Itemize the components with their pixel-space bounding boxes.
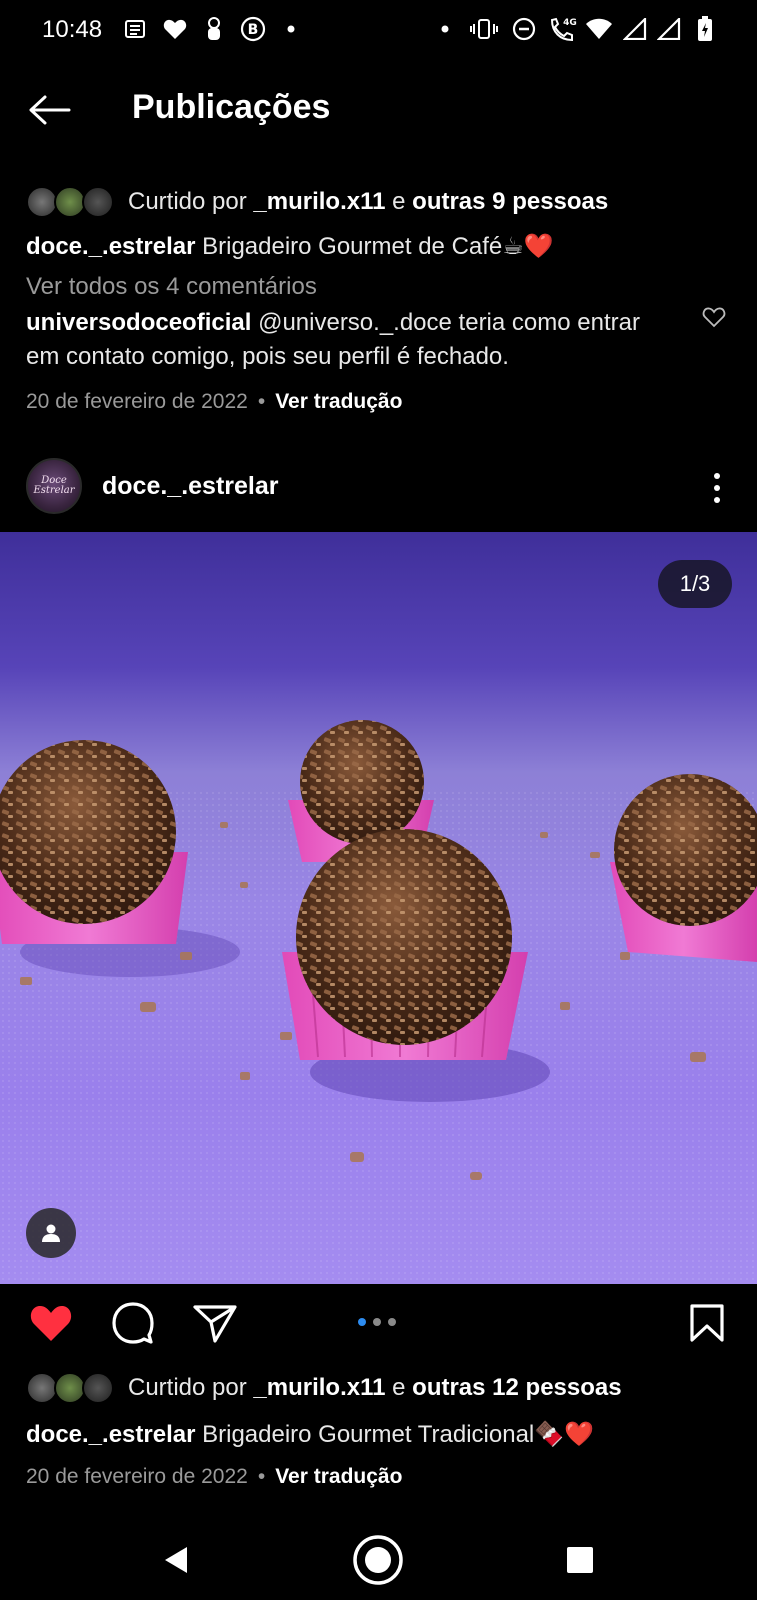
- post-meta: 20 de fevereiro de 2022 • Ver tradução: [26, 390, 402, 414]
- translate-link[interactable]: Ver tradução: [275, 390, 402, 413]
- caption-text: Brigadeiro Gourmet Tradicional🍫❤️: [195, 1421, 595, 1448]
- post-meta: 20 de fevereiro de 2022 • Ver tradução: [26, 1465, 402, 1489]
- heart-outline-icon: [702, 307, 726, 328]
- signal-icon: [656, 16, 682, 42]
- page-title: Publicações: [132, 88, 331, 126]
- bookmark-icon: [690, 1304, 724, 1342]
- post-caption: doce._.estrelar Brigadeiro Gourmet Tradi…: [26, 1420, 594, 1449]
- carousel-dot: [358, 1318, 366, 1326]
- tagged-people-button[interactable]: [26, 1208, 76, 1258]
- nav-home-button[interactable]: [348, 1530, 408, 1590]
- person-icon: [42, 1224, 60, 1242]
- triangle-back-icon: [165, 1547, 187, 1573]
- share-button[interactable]: [190, 1298, 240, 1348]
- heart-icon: [162, 16, 188, 42]
- nav-back-button[interactable]: [146, 1530, 206, 1590]
- network-label: 4G: [563, 18, 577, 28]
- liker-username[interactable]: _murilo.x11: [253, 1374, 385, 1401]
- media-counter: 1/3: [658, 560, 732, 608]
- status-bar: 10:48 B 4G: [0, 0, 757, 60]
- post-actions: [0, 1298, 757, 1354]
- comment-button[interactable]: [108, 1298, 158, 1348]
- dot-icon: [286, 16, 296, 42]
- vibrate-icon: [470, 16, 498, 42]
- square-recents-icon: [567, 1547, 593, 1573]
- avatar: [82, 186, 114, 218]
- comment: universodoceoficial @universo._.doce ter…: [26, 306, 666, 374]
- app-bar: Publicações: [0, 70, 757, 150]
- likes-summary[interactable]: Curtido por _murilo.x11 e outras 12 pess…: [26, 1368, 622, 1408]
- save-button[interactable]: [682, 1298, 732, 1348]
- battery-charging-icon: [696, 16, 714, 42]
- liker-avatars: [26, 184, 116, 220]
- volte-call-icon: 4G: [548, 16, 578, 42]
- comment-like-button[interactable]: [702, 306, 730, 334]
- post-header: Doce Estrelar doce._.estrelar: [0, 456, 757, 520]
- svg-text:B: B: [248, 22, 259, 38]
- post-caption: doce._.estrelar Brigadeiro Gourmet de Ca…: [26, 232, 554, 261]
- post-date: 20 de fevereiro de 2022: [26, 1465, 248, 1488]
- likes-summary[interactable]: Curtido por _murilo.x11 e outras 9 pesso…: [26, 182, 608, 222]
- meta-separator: •: [257, 390, 266, 413]
- liker-avatars: [26, 1370, 116, 1406]
- likes-others[interactable]: outras 12 pessoas: [412, 1374, 621, 1401]
- avatar[interactable]: Doce Estrelar: [26, 458, 82, 514]
- caption-username[interactable]: doce._.estrelar: [26, 233, 195, 260]
- post-date: 20 de fevereiro de 2022: [26, 390, 248, 413]
- likes-text: Curtido por _murilo.x11 e outras 9 pesso…: [128, 188, 609, 215]
- arrow-left-icon: [29, 95, 71, 125]
- caption-username[interactable]: doce._.estrelar: [26, 1421, 195, 1448]
- carousel-dot: [388, 1318, 396, 1326]
- back-button[interactable]: [24, 88, 74, 132]
- post-username[interactable]: doce._.estrelar: [102, 472, 279, 501]
- notes-icon: [124, 16, 146, 42]
- heart-filled-icon: [30, 1306, 72, 1341]
- avatar-text: Doce Estrelar: [33, 475, 75, 496]
- dot-icon: [440, 16, 450, 42]
- meta-separator: •: [257, 1465, 266, 1488]
- avatar: [82, 1372, 114, 1404]
- carousel-indicator: [358, 1318, 396, 1326]
- baby-icon: [202, 16, 226, 42]
- comment-icon: [112, 1302, 154, 1344]
- do-not-disturb-icon: [512, 16, 536, 42]
- system-nav-bar: [0, 1520, 757, 1600]
- more-options-button[interactable]: [700, 468, 734, 508]
- caption-text: Brigadeiro Gourmet de Café☕❤️: [195, 233, 554, 260]
- likes-others[interactable]: outras 9 pessoas: [412, 188, 608, 215]
- nav-recents-button[interactable]: [550, 1530, 610, 1590]
- home-circle-icon: [353, 1535, 403, 1585]
- status-time: 10:48: [42, 16, 103, 43]
- liker-username[interactable]: _murilo.x11: [253, 188, 385, 215]
- likes-text: Curtido por _murilo.x11 e outras 12 pess…: [128, 1374, 622, 1401]
- post-image[interactable]: [0, 532, 757, 1284]
- like-button[interactable]: [26, 1298, 76, 1348]
- send-icon: [193, 1305, 237, 1343]
- view-all-comments-link[interactable]: Ver todos os 4 comentários: [26, 273, 317, 301]
- wifi-icon: [584, 16, 614, 42]
- b-letter-icon: B: [240, 16, 266, 42]
- carousel-dot: [373, 1318, 381, 1326]
- comment-username[interactable]: universodoceoficial: [26, 309, 251, 336]
- signal-icon: [622, 16, 648, 42]
- translate-link[interactable]: Ver tradução: [275, 1465, 402, 1488]
